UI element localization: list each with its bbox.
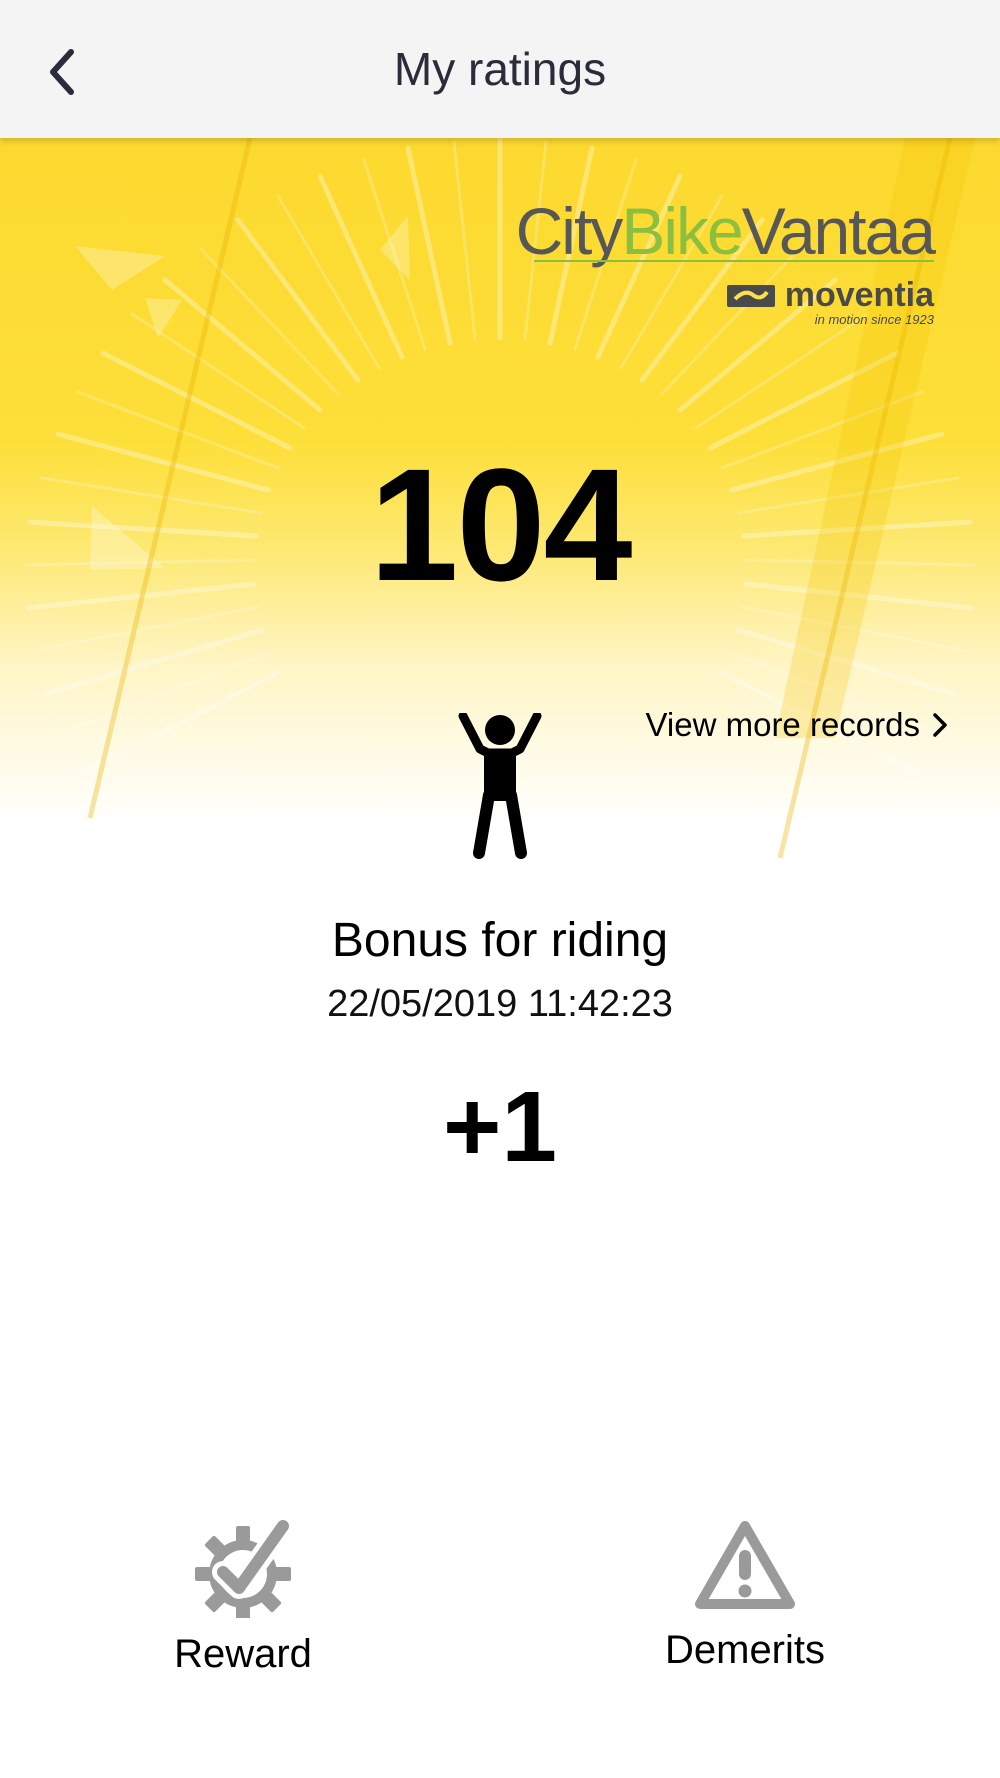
record-timestamp: 22/05/2019 11:42:23 [327, 983, 673, 1025]
chevron-right-icon [933, 713, 947, 737]
rating-score: 104 [369, 435, 633, 614]
logo-tagline: in motion since 1923 [814, 312, 934, 327]
record-title: Bonus for riding [331, 914, 669, 967]
person-arms-raised-icon [458, 713, 542, 859]
view-more-records-label: View more records [645, 706, 921, 743]
moventia-logo: moventia [726, 276, 934, 315]
gear-check-icon [195, 1518, 293, 1618]
page-title: My ratings [393, 43, 607, 95]
view-more-records-link[interactable]: View more records [646, 706, 949, 744]
record-points: +1 [442, 1071, 557, 1183]
logo-wordmark: CityBikeVantaa [515, 194, 936, 268]
reward-tab-label: Reward [174, 1632, 312, 1676]
reward-tab[interactable]: Reward [93, 1518, 393, 1678]
warning-icon [695, 1521, 795, 1609]
logo-underline [534, 260, 934, 262]
demerits-tab[interactable]: Demerits [595, 1518, 895, 1678]
moventia-mark-icon [726, 284, 775, 307]
citybike-vantaa-logo: CityBikeVantaa moventia in motion since … [514, 194, 936, 327]
top-bar: My ratings [0, 0, 1000, 138]
demerits-tab-label: Demerits [664, 1628, 826, 1672]
